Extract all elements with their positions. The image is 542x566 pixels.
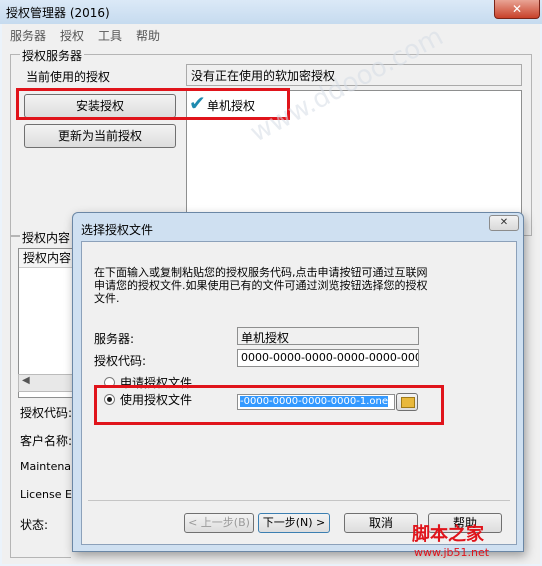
back-button[interactable]: < 上一步(B) bbox=[184, 513, 254, 533]
license-expiry-field-label: License Ex bbox=[20, 488, 79, 501]
dialog-title: 选择授权文件 bbox=[81, 223, 154, 237]
menu-bar: 服务器 授权 工具 帮助 bbox=[2, 24, 540, 44]
dialog-close-button[interactable]: ✕ bbox=[489, 215, 519, 231]
server-label: 服务器: bbox=[94, 332, 135, 346]
license-content-group-label: 授权内容 bbox=[20, 229, 73, 246]
menu-help[interactable]: 帮助 bbox=[136, 27, 160, 44]
status-field-label: 状态: bbox=[20, 518, 49, 532]
window-title: 授权管理器 (2016) bbox=[6, 6, 110, 20]
server-value: 单机授权 bbox=[237, 327, 419, 345]
window-close-button[interactable]: ✕ bbox=[494, 0, 540, 19]
dialog-description: 在下面输入或复制粘贴您的授权服务代码,点击申请按钮可通过互联网申请您的授权文件.… bbox=[94, 266, 428, 305]
update-license-button[interactable]: 更新为当前授权 bbox=[24, 124, 176, 148]
title-bar[interactable]: 授权管理器 (2016) ✕ bbox=[0, 0, 542, 24]
cancel-button[interactable]: 取消 bbox=[344, 513, 418, 533]
customer-name-field-label: 客户名称: bbox=[20, 434, 73, 448]
license-code-label: 授权代码: bbox=[94, 354, 147, 368]
dialog-body: 在下面输入或复制粘贴您的授权服务代码,点击申请按钮可通过互联网申请您的授权文件.… bbox=[81, 241, 517, 545]
select-license-file-dialog: 选择授权文件 ✕ 在下面输入或复制粘贴您的授权服务代码,点击申请按钮可通过互联网… bbox=[72, 212, 524, 552]
site-url-watermark: www.jb51.net bbox=[414, 546, 490, 559]
site-logo-watermark: 脚本之家 bbox=[412, 524, 484, 545]
license-server-group-label: 授权服务器 bbox=[20, 47, 85, 64]
highlight-license-file-annotation bbox=[94, 385, 444, 425]
license-code-input[interactable]: 0000-0000-0000-0000-0000-0000 bbox=[237, 349, 419, 367]
dialog-title-bar[interactable]: 选择授权文件 ✕ bbox=[73, 213, 523, 241]
highlight-install-annotation bbox=[16, 88, 290, 120]
next-button[interactable]: 下一步(N) > bbox=[258, 513, 330, 533]
current-license-label: 当前使用的授权 bbox=[26, 70, 111, 84]
horizontal-scrollbar[interactable]: ◀ bbox=[18, 374, 76, 392]
menu-server[interactable]: 服务器 bbox=[10, 27, 46, 44]
menu-tools[interactable]: 工具 bbox=[98, 27, 122, 44]
scroll-left-icon[interactable]: ◀ bbox=[22, 375, 30, 386]
table-column-header: 授权内容 bbox=[19, 249, 73, 268]
current-license-value: 没有正在使用的软加密授权 bbox=[186, 64, 522, 86]
license-code-field-label: 授权代码: bbox=[20, 406, 73, 420]
menu-license[interactable]: 授权 bbox=[60, 27, 84, 44]
dialog-separator bbox=[88, 500, 510, 501]
